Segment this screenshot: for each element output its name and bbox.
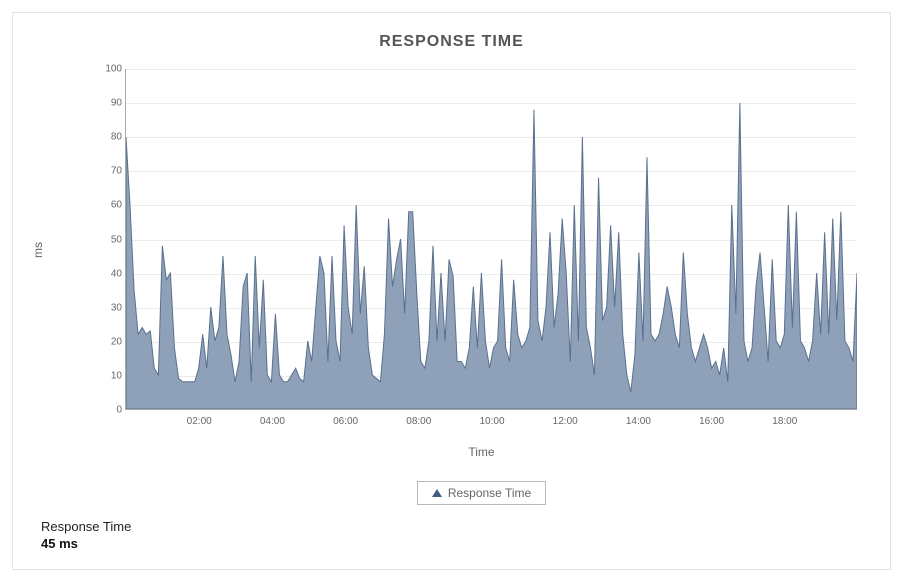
x-tick-label: 18:00 (772, 416, 797, 427)
x-axis-label: Time (95, 445, 868, 459)
x-tick-label: 16:00 (699, 416, 724, 427)
summary-block: Response Time 45 ms (41, 519, 131, 551)
x-tick-label: 14:00 (626, 416, 651, 427)
y-tick-label: 70 (96, 166, 122, 177)
y-tick-label: 90 (96, 98, 122, 109)
plot-region[interactable]: 010203040506070809010002:0004:0006:0008:… (125, 69, 857, 410)
y-tick-label: 0 (96, 405, 122, 416)
y-tick-label: 80 (96, 132, 122, 143)
y-axis-label: ms (31, 242, 45, 258)
y-tick-label: 30 (96, 302, 122, 313)
chart-panel: RESPONSE TIME ms 01020304050607080901000… (12, 12, 891, 570)
x-tick-label: 10:00 (479, 416, 504, 427)
y-tick-label: 40 (96, 268, 122, 279)
x-tick-label: 08:00 (406, 416, 431, 427)
legend-swatch-icon (432, 489, 442, 497)
x-tick-label: 04:00 (260, 416, 285, 427)
y-tick-label: 20 (96, 336, 122, 347)
y-tick-label: 50 (96, 234, 122, 245)
chart-area: ms 010203040506070809010002:0004:0006:00… (95, 61, 858, 441)
y-tick-label: 60 (96, 200, 122, 211)
x-tick-label: 06:00 (333, 416, 358, 427)
x-tick-label: 02:00 (187, 416, 212, 427)
chart-title: RESPONSE TIME (35, 33, 868, 51)
legend: Response Time (95, 481, 868, 505)
y-tick-label: 100 (96, 64, 122, 75)
legend-label: Response Time (448, 486, 531, 500)
area-series (126, 69, 857, 409)
x-tick-label: 12:00 (553, 416, 578, 427)
legend-item[interactable]: Response Time (417, 481, 546, 505)
y-tick-label: 10 (96, 370, 122, 381)
summary-value: 45 ms (41, 536, 131, 551)
summary-label: Response Time (41, 519, 131, 534)
